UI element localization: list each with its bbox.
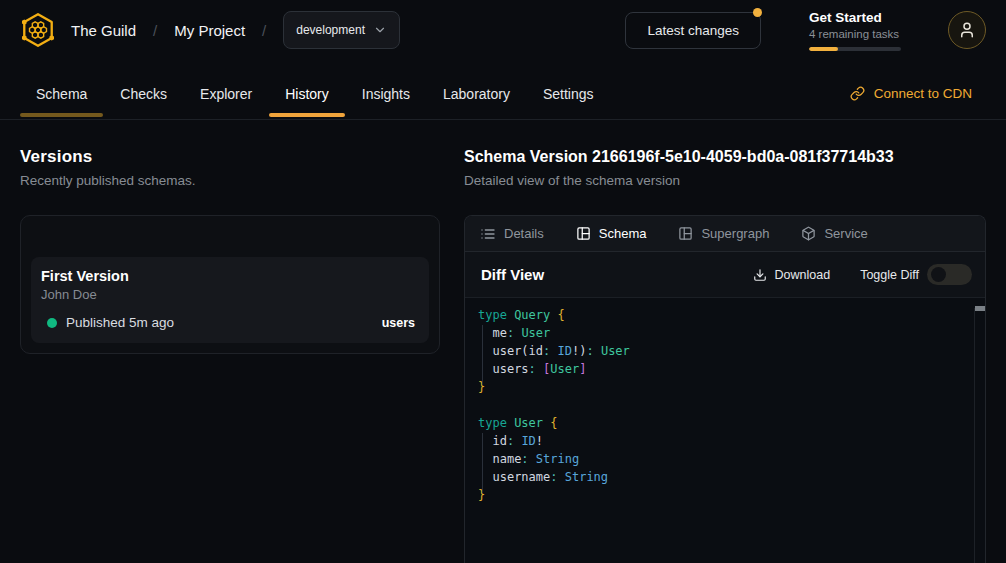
environment-dropdown[interactable]: development (283, 11, 400, 49)
detail-tab-supergraph[interactable]: Supergraph (678, 226, 769, 241)
notification-dot (753, 8, 762, 17)
schema-code-viewer[interactable]: type Query { me: User user(id: ID!): Use… (465, 298, 985, 563)
nav-tab-laboratory[interactable]: Laboratory (427, 60, 526, 119)
detail-tab-label: Supergraph (701, 226, 769, 241)
code-line: me: User (478, 324, 972, 342)
nav-tab-label: Checks (120, 86, 167, 102)
nav-tab-label: Schema (36, 86, 87, 102)
versions-list: First Version John Doe Published 5m ago … (20, 215, 440, 354)
code-line: name: String (478, 450, 972, 468)
published-status-dot (47, 318, 57, 328)
list-icon (480, 226, 496, 242)
detail-tab-schema[interactable]: Schema (576, 226, 647, 241)
user-avatar[interactable] (948, 11, 986, 49)
toggle-knob (931, 267, 946, 282)
version-list-item[interactable]: First Version John Doe Published 5m ago … (31, 257, 429, 343)
chevron-down-icon (373, 23, 387, 37)
code-line: } (478, 486, 972, 504)
diff-toolbar: Diff View Download Toggle Diff (465, 252, 985, 298)
breadcrumb-separator: / (262, 22, 266, 39)
panel-icon (678, 226, 693, 241)
breadcrumb: The Guild / My Project / (71, 22, 266, 39)
nav-tab-schema[interactable]: Schema (20, 60, 103, 119)
detail-tab-service[interactable]: Service (801, 226, 867, 241)
connect-to-cdn-label: Connect to CDN (874, 86, 972, 101)
nav-tab-label: Insights (362, 86, 410, 102)
diff-view-title: Diff View (481, 266, 544, 283)
code-line (478, 396, 972, 414)
nav-tab-history[interactable]: History (269, 60, 345, 119)
scrollbar-track (974, 308, 975, 563)
breadcrumb-project[interactable]: My Project (174, 22, 245, 39)
top-header: The Guild / My Project / development Lat… (0, 0, 1006, 60)
connect-to-cdn-link[interactable]: Connect to CDN (850, 78, 972, 101)
version-title: First Version (41, 269, 417, 284)
download-label: Download (775, 268, 831, 282)
nav-tab-insights[interactable]: Insights (346, 60, 426, 119)
versions-title: Versions (20, 147, 440, 167)
version-status: Published 5m ago (66, 315, 174, 330)
code-line: type Query { (478, 306, 972, 324)
detail-tab-label: Details (504, 226, 544, 241)
cube-icon (801, 226, 816, 241)
toggle-diff-label: Toggle Diff (860, 268, 919, 282)
main-nav: Schema Checks Explorer History Insights Labor… (0, 60, 1006, 120)
indent-guide (482, 325, 483, 385)
detail-tab-label: Schema (599, 226, 647, 241)
schema-version-title: Schema Version 2166196f-5e10-4059-bd0a-0… (464, 147, 986, 167)
nav-tab-checks[interactable]: Checks (104, 60, 183, 119)
versions-subtitle: Recently published schemas. (20, 174, 440, 188)
detail-tab-details[interactable]: Details (480, 226, 544, 242)
nav-tab-explorer[interactable]: Explorer (184, 60, 268, 119)
code-line: username: String (478, 468, 972, 486)
breadcrumb-org[interactable]: The Guild (71, 22, 136, 39)
nav-tab-underline (269, 113, 345, 117)
indent-guide (482, 433, 483, 493)
latest-changes-label: Latest changes (647, 23, 739, 38)
detail-tab-label: Service (824, 226, 867, 241)
environment-dropdown-value: development (296, 23, 365, 37)
code-line: type User { (478, 414, 972, 432)
code-line: users: [User] (478, 360, 972, 378)
download-icon (753, 268, 767, 282)
toggle-diff-switch[interactable] (927, 264, 972, 285)
nav-tab-label: History (285, 86, 329, 102)
code-line: } (478, 378, 972, 396)
get-started-progressbar (809, 47, 901, 51)
scrollbar-thumb[interactable] (975, 306, 985, 311)
code-line: id: ID! (478, 432, 972, 450)
get-started-title: Get Started (809, 10, 901, 25)
schema-version-panel: Details Schema Supergraph Service Diff View… (464, 215, 986, 563)
get-started-widget[interactable]: Get Started 4 remaining tasks (809, 10, 901, 51)
nav-tab-label: Laboratory (443, 86, 510, 102)
version-service-name: users (382, 316, 415, 330)
user-icon (958, 21, 976, 39)
breadcrumb-separator: / (153, 22, 157, 39)
panel-icon (576, 226, 591, 241)
nav-tab-label: Explorer (200, 86, 252, 102)
nav-tab-underline (20, 113, 103, 117)
latest-changes-button[interactable]: Latest changes (625, 12, 761, 49)
download-button[interactable]: Download (753, 268, 831, 282)
code-line: user(id: ID!): User (478, 342, 972, 360)
schema-version-subtitle: Detailed view of the schema version (464, 174, 986, 188)
hive-logo-icon[interactable] (20, 11, 56, 49)
link-icon (850, 86, 865, 101)
nav-tab-settings[interactable]: Settings (527, 60, 610, 119)
version-author: John Doe (41, 288, 417, 302)
nav-tab-label: Settings (543, 86, 594, 102)
get-started-subtitle: 4 remaining tasks (809, 28, 901, 40)
